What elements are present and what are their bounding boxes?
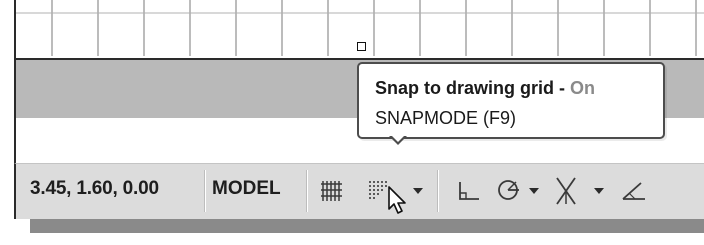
separator [306,170,308,212]
tooltip-title: Snap to drawing grid - On [375,78,595,99]
polar-tracking-icon[interactable] [497,178,521,202]
status-bar-shadow [30,219,704,233]
coordinates-readout[interactable]: 3.45, 1.60, 0.00 [30,178,159,200]
isometric-drafting-icon[interactable] [551,176,581,206]
separator [437,170,439,212]
status-bar: 3.45, 1.60, 0.00 MODEL [14,163,704,219]
grid-display-icon[interactable] [321,180,343,202]
autocad-window: 3.45, 1.60, 0.00 MODEL Snap to drawing g… [0,0,704,245]
tooltip-command: SNAPMODE (F9) [375,108,517,128]
drawing-canvas[interactable] [14,0,704,60]
snap-cursor [357,42,366,51]
separator [204,170,206,212]
tooltip-state: On [570,78,595,98]
tooltip-pointer-fill [391,135,405,142]
isometric-dropdown-icon[interactable] [594,188,604,194]
ortho-mode-icon[interactable] [457,180,481,202]
tooltip: Snap to drawing grid - On SNAPMODE (F9) [357,62,665,139]
tooltip-title-text: Snap to drawing grid - [375,78,570,98]
model-space-button[interactable]: MODEL [212,178,281,200]
snap-dropdown-icon[interactable] [413,188,423,194]
mouse-pointer-icon [388,186,406,214]
object-snap-tracking-icon[interactable] [621,180,647,202]
polar-dropdown-icon[interactable] [529,188,539,194]
